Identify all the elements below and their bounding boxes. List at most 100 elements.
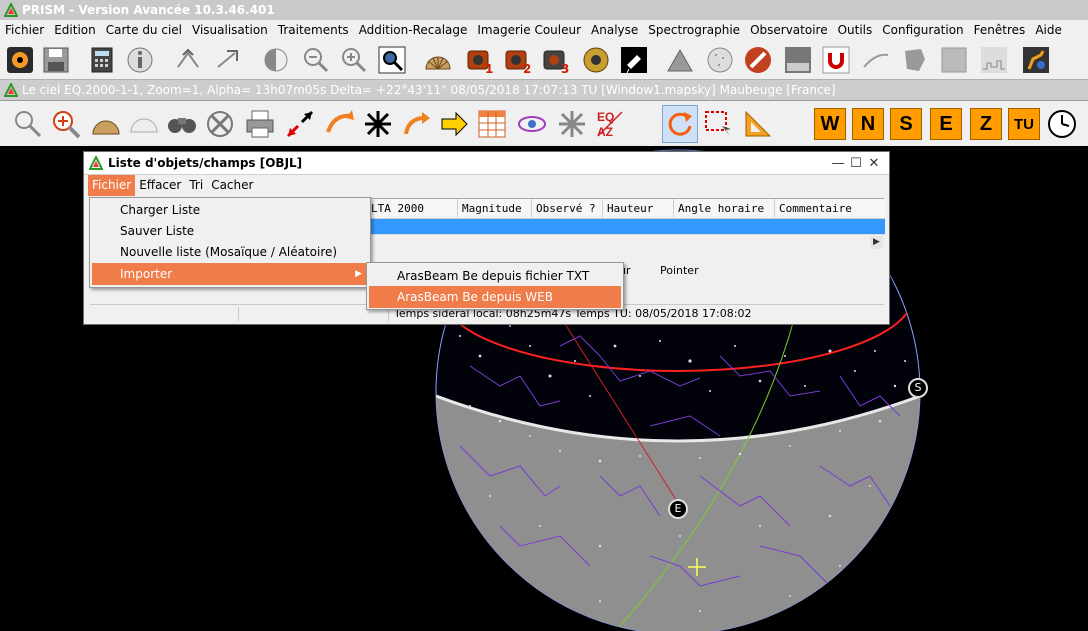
robot-arm-button[interactable] <box>1018 42 1054 78</box>
menu-outils[interactable]: Outils <box>833 20 878 40</box>
grid-fan-button[interactable] <box>420 42 456 78</box>
menu-aide[interactable]: Aide <box>1030 20 1067 40</box>
print-button[interactable] <box>242 105 278 143</box>
col-header-angle-horaire[interactable]: Angle horaire <box>674 199 775 219</box>
main-toolbar: 1 2 3 <box>0 40 1088 80</box>
select-zoom-button[interactable] <box>10 105 46 143</box>
camera1-button[interactable]: 1 <box>462 42 498 78</box>
zoom-in-button[interactable] <box>336 42 372 78</box>
close-button[interactable]: ✕ <box>865 152 883 175</box>
menu-fenetres[interactable]: Fenêtres <box>969 20 1031 40</box>
col-header-hauteur[interactable]: Hauteur <box>603 199 674 219</box>
calculator-button[interactable] <box>84 42 120 78</box>
col-header-observe[interactable]: Observé ? <box>532 199 603 219</box>
histogram-button[interactable] <box>976 42 1012 78</box>
expand-arrows-button[interactable] <box>282 105 318 143</box>
fichier-dropdown-menu: Charger Liste Sauver Liste Nouvelle list… <box>89 197 371 288</box>
dialog-menu-fichier[interactable]: Fichier <box>88 175 136 196</box>
menu-item-import-web[interactable]: ArasBeam Be depuis WEB <box>369 286 621 308</box>
refresh-icon <box>668 112 692 136</box>
menu-analyse[interactable]: Analyse <box>586 20 643 40</box>
zoom-out-button[interactable] <box>298 42 334 78</box>
dialog-menu-cacher[interactable]: Cacher <box>207 175 257 196</box>
col-header-commentaire[interactable]: Commentaire <box>775 199 885 219</box>
tools-button[interactable] <box>740 42 776 78</box>
magnifier-window-button[interactable] <box>374 42 410 78</box>
menu-imagerie-couleur[interactable]: Imagerie Couleur <box>472 20 586 40</box>
pointer-button[interactable]: Pointer <box>660 264 699 277</box>
rotate-left-button[interactable] <box>170 42 206 78</box>
menu-traitements[interactable]: Traitements <box>273 20 354 40</box>
open-image-button[interactable] <box>2 42 38 78</box>
magnet-button[interactable] <box>818 42 854 78</box>
turn-arrow-button[interactable] <box>398 105 434 143</box>
menu-observatoire[interactable]: Observatoire <box>745 20 833 40</box>
half-moon-button[interactable] <box>258 42 294 78</box>
grid-fan2-button[interactable] <box>88 105 124 143</box>
menu-carte-du-ciel[interactable]: Carte du ciel <box>101 20 187 40</box>
telescope-button[interactable] <box>616 42 652 78</box>
menu-visualisation[interactable]: Visualisation <box>187 20 273 40</box>
east-marker[interactable]: E <box>668 499 688 519</box>
camera-icon: 2 <box>505 50 531 75</box>
right-arrow-button[interactable] <box>436 105 472 143</box>
info-icon <box>127 47 153 73</box>
menu-item-import-txt[interactable]: ArasBeam Be depuis fichier TXT <box>369 265 621 287</box>
save-button[interactable] <box>38 42 74 78</box>
set-square-icon <box>745 110 772 137</box>
sphere-button[interactable] <box>702 42 738 78</box>
menu-spectrographie[interactable]: Spectrographie <box>643 20 745 40</box>
clock-button[interactable] <box>1044 105 1080 143</box>
menu-fichier[interactable]: Fichier <box>0 20 49 40</box>
mountain-button[interactable] <box>662 42 698 78</box>
scroll-right-icon[interactable]: ▶ <box>870 236 883 249</box>
eq-az-button[interactable]: EQ AZ <box>592 105 628 143</box>
curve-button[interactable] <box>858 42 894 78</box>
filter-wheel-icon <box>583 47 609 73</box>
menu-item-importer[interactable]: Importer ▶ <box>92 263 368 285</box>
star-burst2-button[interactable] <box>554 105 590 143</box>
info-button[interactable] <box>122 42 158 78</box>
camera2-button[interactable]: 2 <box>500 42 536 78</box>
menu-edition[interactable]: Edition <box>49 20 101 40</box>
rotate-right-icon <box>217 50 238 68</box>
east-button[interactable]: E <box>928 105 964 143</box>
zenith-button[interactable]: Z <box>968 105 1004 143</box>
dome-button[interactable] <box>126 105 162 143</box>
orbit-button[interactable] <box>514 105 550 143</box>
table-button[interactable] <box>474 105 510 143</box>
filter-wheel-button[interactable] <box>578 42 614 78</box>
image-noise-button[interactable] <box>780 42 816 78</box>
tu-button[interactable]: TU <box>1006 105 1042 143</box>
map-region-button[interactable] <box>896 42 932 78</box>
zoom-plus-button[interactable] <box>48 105 84 143</box>
south-button[interactable]: S <box>888 105 924 143</box>
gray-panel-button[interactable] <box>936 42 972 78</box>
menu-item-nouvelle-liste[interactable]: Nouvelle liste (Mosaïque / Aléatoire) <box>92 241 368 263</box>
fan-icon <box>92 120 120 135</box>
dialog-menu-effacer[interactable]: Effacer <box>135 175 185 196</box>
rotate-right-button[interactable] <box>210 42 246 78</box>
menu-item-sauver-liste[interactable]: Sauver Liste <box>92 220 368 242</box>
menu-addition-recalage[interactable]: Addition-Recalage <box>354 20 473 40</box>
menu-configuration[interactable]: Configuration <box>877 20 968 40</box>
refresh-button[interactable] <box>662 105 698 143</box>
camera3-button[interactable]: 3 <box>538 42 574 78</box>
maximize-button[interactable]: ☐ <box>847 152 865 175</box>
col-header-magnitude[interactable]: Magnitude <box>458 199 532 219</box>
arrow-curve-button[interactable] <box>322 105 358 143</box>
select-rect-button[interactable] <box>700 105 736 143</box>
west-button[interactable]: W <box>812 105 848 143</box>
north-button[interactable]: N <box>850 105 886 143</box>
dialog-menu-tri[interactable]: Tri <box>185 175 207 196</box>
clock-icon <box>1048 110 1076 138</box>
menu-item-charger-liste[interactable]: Charger Liste <box>92 199 368 221</box>
binoculars-button[interactable] <box>164 105 200 143</box>
printer-icon <box>246 110 274 138</box>
app-title: PRISM - Version Avancée 10.3.46.401 <box>22 3 275 17</box>
minimize-button[interactable]: — <box>829 152 847 175</box>
star-burst-button[interactable] <box>360 105 396 143</box>
ruler-button[interactable] <box>740 105 776 143</box>
crosshair-button[interactable] <box>202 105 238 143</box>
south-marker[interactable]: S <box>908 378 928 398</box>
